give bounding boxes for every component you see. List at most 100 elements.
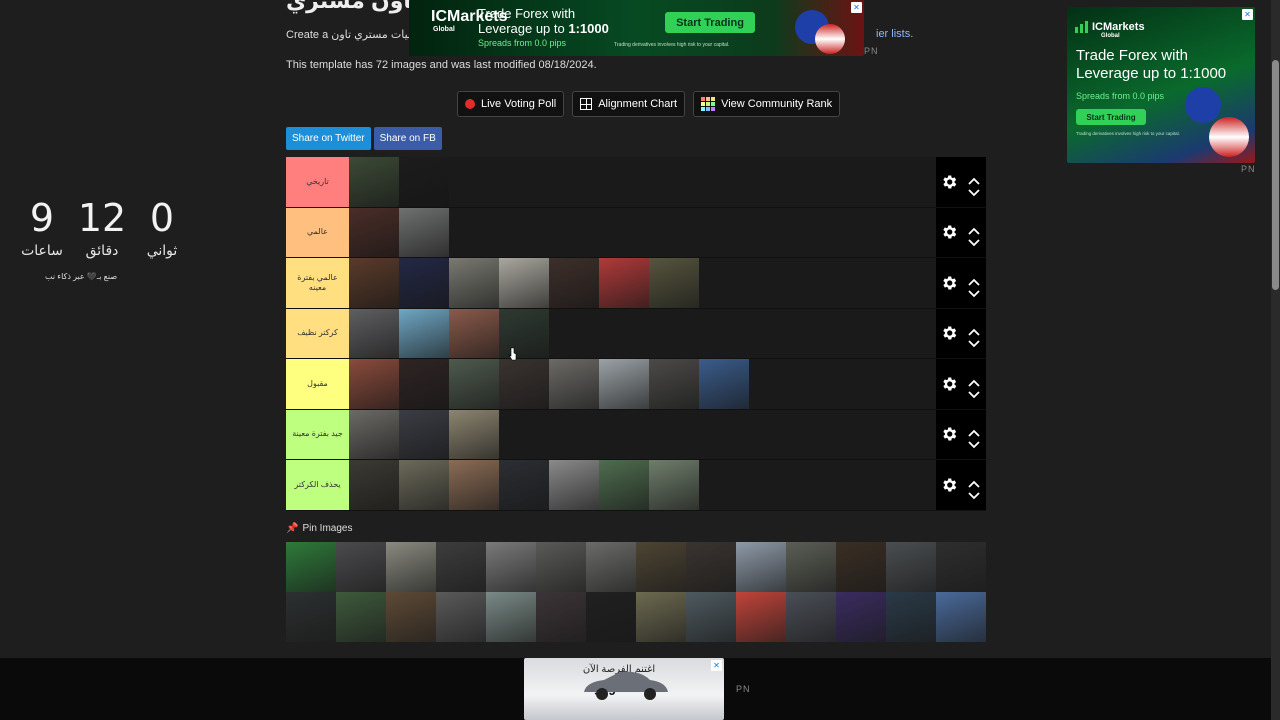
gear-icon[interactable] [940, 223, 958, 241]
character-image[interactable] [349, 308, 399, 358]
character-image[interactable] [449, 359, 499, 409]
bank-character-image[interactable] [936, 542, 986, 592]
bank-character-image[interactable] [836, 542, 886, 592]
chevron-down-icon[interactable] [968, 487, 980, 500]
page-scrollbar[interactable] [1271, 0, 1280, 720]
ad-close-icon-bottom[interactable]: ✕ [711, 660, 722, 671]
bank-character-image[interactable] [736, 542, 786, 592]
character-image[interactable] [649, 258, 699, 308]
tier-label[interactable]: كركتر نظيف [286, 308, 349, 358]
bank-character-image[interactable] [286, 542, 336, 592]
character-image[interactable] [499, 258, 549, 308]
share-twitter-button[interactable]: Share on Twitter [286, 127, 371, 150]
tier-lists-link[interactable]: ier lists. [876, 28, 913, 40]
tier-label[interactable]: عالمي بفترة معينه [286, 258, 349, 308]
bank-character-image[interactable] [686, 542, 736, 592]
chevron-down-icon[interactable] [968, 335, 980, 348]
bank-character-image[interactable] [336, 542, 386, 592]
chevron-down-icon[interactable] [968, 234, 980, 247]
character-image[interactable] [399, 308, 449, 358]
character-image[interactable] [699, 359, 749, 409]
chevron-up-icon[interactable] [968, 273, 980, 286]
character-image[interactable] [349, 359, 399, 409]
character-image[interactable] [549, 460, 599, 510]
ad-right-cta[interactable]: Start Trading [1076, 109, 1146, 125]
character-image[interactable] [449, 258, 499, 308]
chevron-up-icon[interactable] [968, 222, 980, 235]
chevron-up-icon[interactable] [968, 424, 980, 437]
ad-top-cta[interactable]: Start Trading [665, 12, 755, 33]
character-image[interactable] [399, 409, 449, 459]
character-image[interactable] [599, 359, 649, 409]
ad-banner-bottom[interactable]: اغتنم الفرصة الآن 979 ✕ [524, 658, 724, 720]
character-image[interactable] [549, 258, 599, 308]
bank-character-image[interactable] [386, 592, 436, 642]
bank-character-image[interactable] [536, 542, 586, 592]
character-image[interactable] [449, 460, 499, 510]
character-image[interactable] [349, 207, 399, 257]
character-image[interactable] [449, 409, 499, 459]
bank-character-image[interactable] [686, 592, 736, 642]
character-image[interactable] [399, 460, 449, 510]
bank-character-image[interactable] [786, 592, 836, 642]
bank-character-image[interactable] [886, 542, 936, 592]
gear-icon[interactable] [940, 173, 958, 191]
bank-character-image[interactable] [936, 592, 986, 642]
character-image[interactable] [499, 359, 549, 409]
chevron-up-icon[interactable] [968, 172, 980, 185]
bank-character-image[interactable] [636, 542, 686, 592]
bank-character-image[interactable] [736, 592, 786, 642]
bank-character-image[interactable] [486, 592, 536, 642]
chevron-down-icon[interactable] [968, 184, 980, 197]
character-image[interactable] [499, 460, 549, 510]
bank-character-image[interactable] [586, 542, 636, 592]
character-image[interactable] [649, 359, 699, 409]
character-image[interactable] [499, 308, 549, 358]
tier-label[interactable]: عالمي [286, 207, 349, 257]
bank-character-image[interactable] [636, 592, 686, 642]
bank-character-image[interactable] [536, 592, 586, 642]
chevron-down-icon[interactable] [968, 386, 980, 399]
chevron-up-icon[interactable] [968, 475, 980, 488]
bank-character-image[interactable] [486, 542, 536, 592]
gear-icon[interactable] [940, 274, 958, 292]
live-voting-poll-button[interactable]: Live Voting Poll [457, 91, 565, 117]
character-image[interactable] [349, 157, 399, 207]
character-image[interactable] [449, 308, 499, 358]
character-image[interactable] [399, 258, 449, 308]
character-image[interactable] [399, 157, 449, 207]
scrollbar-thumb[interactable] [1272, 60, 1279, 290]
bank-character-image[interactable] [336, 592, 386, 642]
chevron-up-icon[interactable] [968, 374, 980, 387]
share-facebook-button[interactable]: Share on FB [373, 127, 442, 150]
tier-label[interactable]: تاريخي [286, 157, 349, 207]
pin-images-toggle[interactable]: 📌 Pin Images [286, 523, 352, 534]
alignment-chart-button[interactable]: Alignment Chart [572, 91, 686, 117]
bank-character-image[interactable] [586, 592, 636, 642]
bank-character-image[interactable] [386, 542, 436, 592]
community-rank-button[interactable]: View Community Rank [693, 91, 841, 117]
bank-character-image[interactable] [786, 542, 836, 592]
bank-character-image[interactable] [886, 592, 936, 642]
chevron-down-icon[interactable] [968, 436, 980, 449]
chevron-down-icon[interactable] [968, 285, 980, 298]
character-image[interactable] [399, 359, 449, 409]
bank-character-image[interactable] [436, 592, 486, 642]
tier-label[interactable]: جيد بفترة معينة [286, 409, 349, 459]
ad-banner-right[interactable]: ICMarkets Global Trade Forex with Levera… [1067, 7, 1255, 163]
bank-character-image[interactable] [436, 542, 486, 592]
character-image[interactable] [649, 460, 699, 510]
ad-close-icon-right[interactable]: ✕ [1242, 9, 1253, 20]
gear-icon[interactable] [940, 425, 958, 443]
character-image[interactable] [349, 460, 399, 510]
ad-close-icon[interactable]: ✕ [851, 2, 862, 13]
character-image[interactable] [549, 359, 599, 409]
bank-character-image[interactable] [286, 592, 336, 642]
chevron-up-icon[interactable] [968, 323, 980, 336]
tier-label[interactable]: مقبول [286, 359, 349, 409]
gear-icon[interactable] [940, 476, 958, 494]
character-image[interactable] [399, 207, 449, 257]
gear-icon[interactable] [940, 375, 958, 393]
character-image[interactable] [599, 258, 649, 308]
tier-label[interactable]: يحذف الكركتر [286, 460, 349, 510]
